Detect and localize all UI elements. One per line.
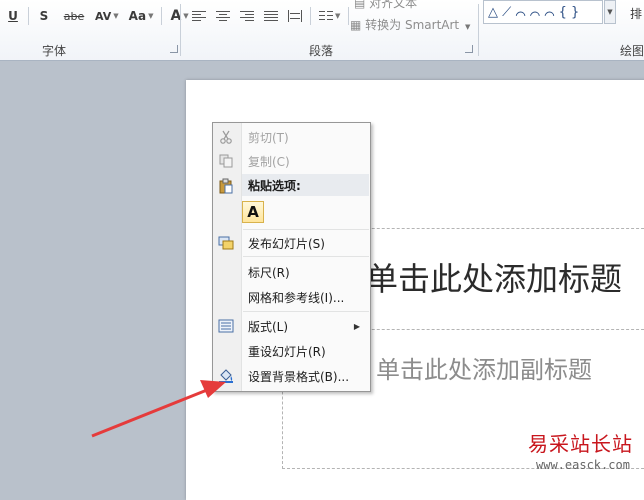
watermark-site-name: 易采站长站 [528,432,633,456]
arrow-head [200,380,226,398]
arrow-shaft [91,386,213,438]
red-arrow-annotation [91,380,226,438]
watermark-url: www.easck.com [536,458,630,472]
